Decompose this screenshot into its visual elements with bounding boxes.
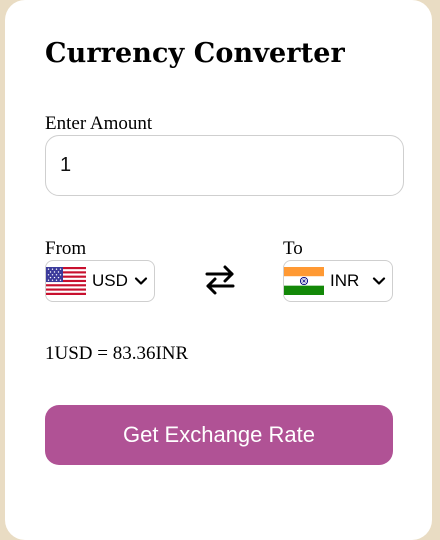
from-currency-code: USD [92,271,128,290]
amount-label: Enter Amount [45,113,153,134]
chevron-down-icon [134,277,148,285]
get-exchange-rate-button[interactable]: Get Exchange Rate [45,405,393,465]
to-label: To [283,238,303,259]
chevron-down-icon [372,277,386,285]
us-flag-icon [46,267,86,295]
from-label: From [45,238,87,259]
exchange-rate-result: 1USD = 83.36INR [45,343,189,364]
to-currency-select[interactable]: INR [283,260,393,302]
to-currency-code: INR [330,271,360,290]
converter-card: Currency Converter Enter Amount From USD [5,0,432,540]
swap-arrows-icon[interactable] [204,264,236,296]
page-title: Currency Converter [45,38,345,69]
amount-input[interactable] [45,135,404,196]
from-currency-select[interactable]: USD [45,260,155,302]
india-flag-icon [284,267,324,295]
